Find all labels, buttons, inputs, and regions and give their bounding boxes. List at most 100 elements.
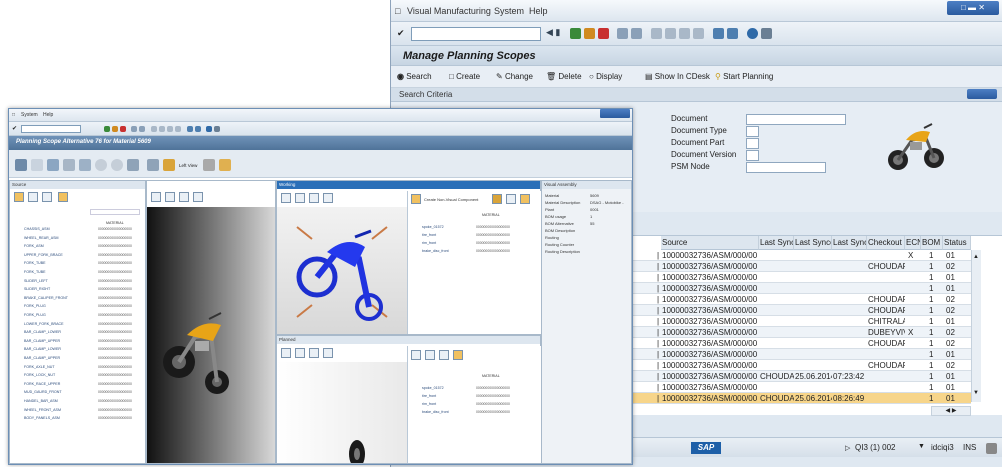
tree-node[interactable]: FORK_LOCK_NUT — [24, 373, 55, 379]
dropdown-icon[interactable]: ▼ — [918, 443, 925, 450]
front-cancel-icon[interactable] — [120, 126, 126, 132]
row-selector[interactable]: | — [657, 295, 659, 304]
col-last-sync-3[interactable]: Last Synce — [832, 236, 867, 250]
row-selector[interactable]: | — [657, 273, 659, 282]
source-model-icon[interactable] — [14, 192, 24, 202]
scroll-down-icon[interactable]: ▼ — [973, 390, 979, 396]
show-in-cdesk-button[interactable]: ▤ Show In CDesk — [645, 72, 710, 81]
col-last-sync-1[interactable]: Last Synce — [759, 236, 794, 250]
table-scrollbar[interactable]: ▲ ▼ — [971, 250, 981, 402]
planned-export-icon[interactable] — [453, 350, 463, 360]
vp-eye-icon[interactable] — [193, 192, 203, 202]
display-button[interactable]: ○ Display — [589, 72, 622, 81]
front-session-icon[interactable] — [187, 126, 193, 132]
tree-node[interactable]: FORK_ASM — [24, 244, 44, 250]
front-help-icon[interactable] — [206, 126, 212, 132]
tree-node[interactable]: tire_front — [422, 233, 436, 239]
col-status[interactable]: Status — [943, 236, 971, 250]
front-menu-icon[interactable]: □ — [12, 112, 15, 118]
nav-icons[interactable]: ◀ ▮ — [546, 27, 560, 38]
redo-icon[interactable] — [111, 159, 123, 171]
tree-node[interactable]: FORK_TUBE — [24, 270, 46, 276]
planned-3d-viewport[interactable] — [277, 362, 407, 464]
export-icon[interactable] — [219, 159, 231, 171]
row-selector[interactable]: | — [657, 262, 659, 271]
row-selector[interactable]: | — [657, 328, 659, 337]
document-version-field[interactable] — [746, 150, 759, 161]
cancel-icon[interactable] — [598, 28, 609, 39]
front-window-controls[interactable] — [600, 109, 630, 118]
tools-icon[interactable] — [47, 159, 59, 171]
working-3d-viewport[interactable] — [277, 207, 407, 334]
col-checkout-by[interactable]: Checkout B — [867, 236, 905, 250]
col-source[interactable]: Source — [661, 236, 759, 250]
front-next-icon[interactable] — [167, 126, 173, 132]
menu-system[interactable]: System — [494, 6, 524, 16]
front-menu-system[interactable]: System — [21, 112, 38, 118]
tree-node[interactable]: UPPER_FORK_BRACE — [24, 253, 63, 259]
prev-page-icon[interactable] — [665, 28, 676, 39]
front-shortcut-icon[interactable] — [195, 126, 201, 132]
source-filter-field[interactable] — [90, 209, 140, 215]
tree-node[interactable]: FORK_TUBE — [24, 261, 46, 267]
tree-node[interactable]: WHEEL_FRONT_ASM — [24, 408, 61, 414]
scroll-up-icon[interactable]: ▲ — [973, 254, 979, 260]
front-print-icon[interactable] — [131, 126, 137, 132]
working-fit-icon[interactable] — [281, 193, 291, 203]
first-page-icon[interactable] — [651, 28, 662, 39]
working-edit-icon[interactable] — [492, 194, 502, 204]
front-last-icon[interactable] — [175, 126, 181, 132]
row-selector[interactable]: | — [657, 361, 659, 370]
tree-node[interactable]: FORK_AXLE_NUT — [24, 365, 55, 371]
back-icon[interactable] — [570, 28, 581, 39]
menu-icon[interactable]: □ — [395, 6, 400, 16]
delete-button[interactable]: 🗑 Delete — [546, 72, 582, 81]
shortcut-icon[interactable] — [727, 28, 738, 39]
layout-icon[interactable] — [127, 159, 139, 171]
row-selector[interactable]: | — [657, 372, 659, 381]
tree-node[interactable]: BRAKE_CALIPER_FRONT — [24, 296, 68, 302]
left-view-button[interactable]: Left View — [179, 163, 197, 168]
new-session-icon[interactable] — [713, 28, 724, 39]
tree-node[interactable]: MUD_GAURD_FRONT — [24, 390, 62, 396]
front-back-icon[interactable] — [104, 126, 110, 132]
tree-node[interactable]: SLIDER_RIGHT — [24, 287, 50, 293]
help-icon[interactable] — [747, 28, 758, 39]
create-non-visual-button[interactable]: Create Non-Visual Component — [424, 197, 478, 202]
tree-node[interactable]: BAR_CLAMP_LOWER — [24, 347, 61, 353]
row-selector[interactable]: | — [657, 284, 659, 293]
col-ecn[interactable]: ECN — [905, 236, 921, 250]
tree-node[interactable]: brake_disc_front — [422, 249, 449, 255]
tree-node[interactable]: LOWER_FORK_BRACE — [24, 322, 64, 328]
tree-node[interactable]: BODY_PANELS_ASM — [24, 416, 60, 422]
save-icon[interactable] — [15, 159, 27, 171]
exit-icon[interactable] — [584, 28, 595, 39]
psm-node-field[interactable] — [746, 162, 826, 173]
col-bom-status[interactable]: BOM St — [921, 236, 943, 250]
tree-node[interactable]: SLIDER_LEFT — [24, 279, 48, 285]
command-field[interactable] — [411, 27, 541, 41]
front-exit-icon[interactable] — [112, 126, 118, 132]
planned-camera-icon[interactable] — [295, 348, 305, 358]
tree-icon[interactable] — [79, 159, 91, 171]
component-icon[interactable] — [163, 159, 175, 171]
front-command-field[interactable] — [21, 125, 81, 133]
row-selector[interactable]: | — [657, 339, 659, 348]
tree-node[interactable]: brake_disc_front — [422, 410, 449, 416]
planned-list-icon[interactable] — [411, 350, 421, 360]
row-selector[interactable]: | — [657, 394, 659, 403]
view-icon[interactable] — [147, 159, 159, 171]
planned-eye-icon[interactable] — [323, 348, 333, 358]
hscroll-icon[interactable]: ◀ ▶ — [931, 406, 971, 416]
document-part-field[interactable] — [746, 138, 759, 149]
working-camera-icon[interactable] — [295, 193, 305, 203]
working-add-icon[interactable] — [411, 194, 421, 204]
tree-node[interactable]: spoke_01572 — [422, 386, 444, 392]
planned-fit-icon[interactable] — [281, 348, 291, 358]
check-icon[interactable]: ✔ — [397, 28, 405, 39]
tree-node[interactable]: FORK_PLUG — [24, 304, 46, 310]
tree-node[interactable]: tire_front — [422, 394, 436, 400]
working-export-icon[interactable] — [520, 194, 530, 204]
front-layout-icon[interactable] — [214, 126, 220, 132]
tree-node[interactable]: BAR_CLAMP_UPPER — [24, 339, 60, 345]
